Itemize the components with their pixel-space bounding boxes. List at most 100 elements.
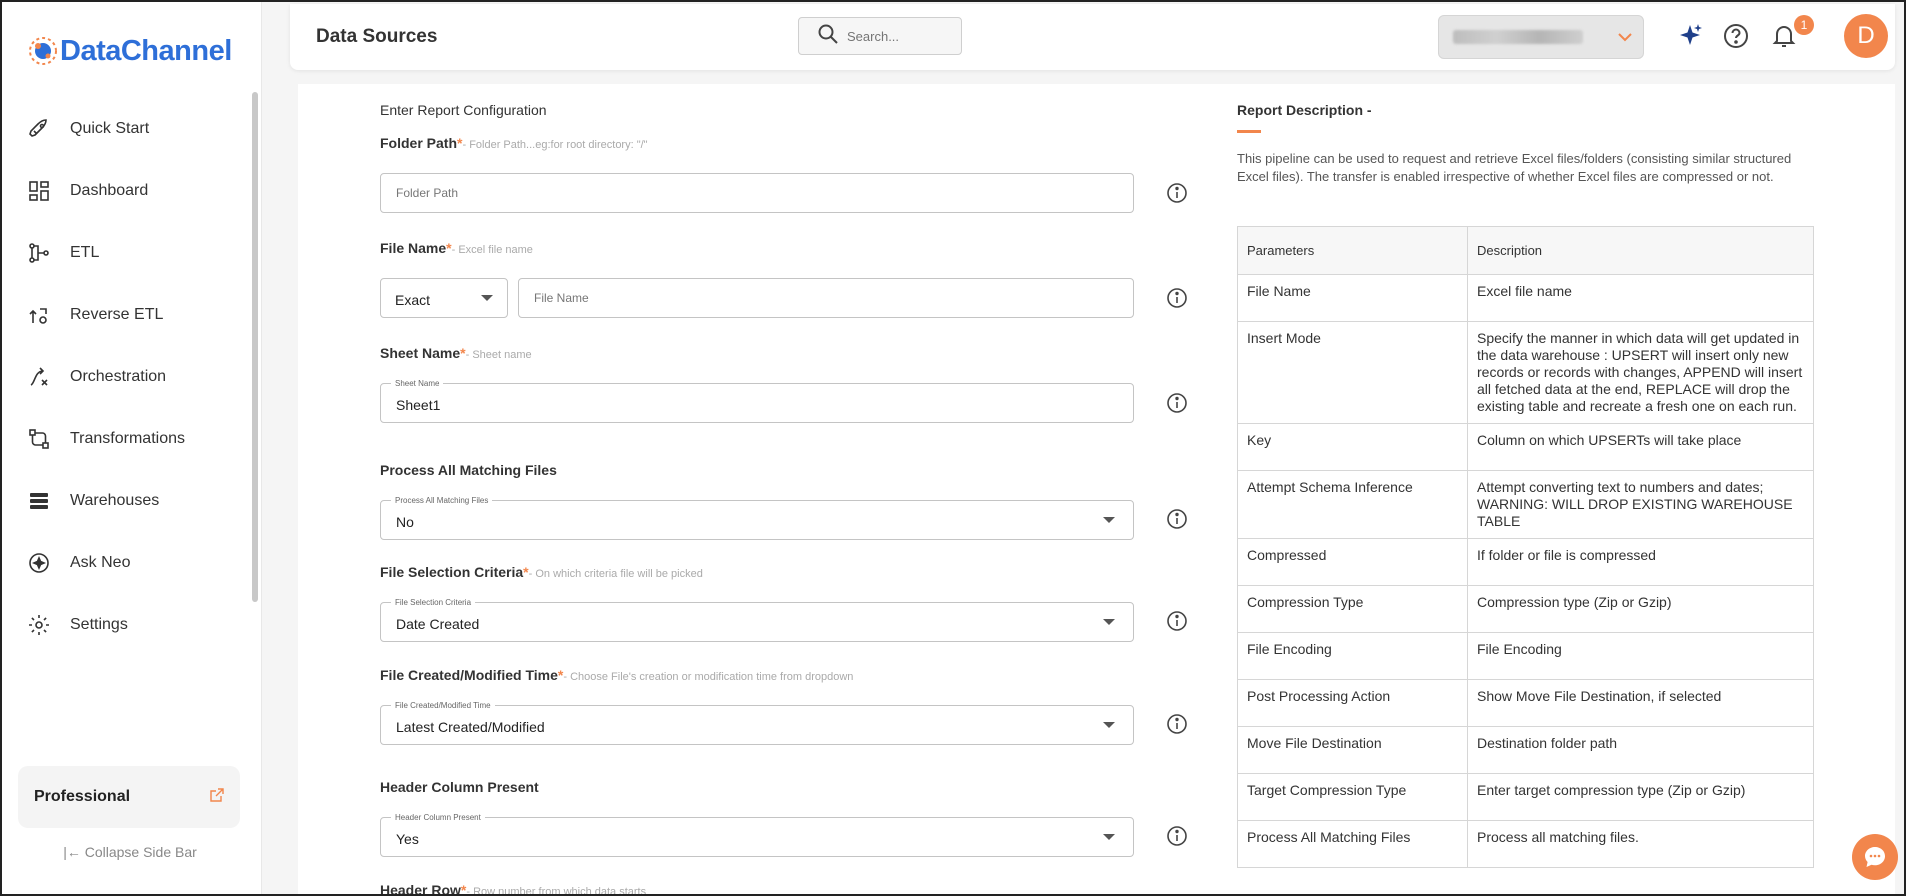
logo-icon [29, 37, 57, 65]
sidebar-item-label: Dashboard [70, 182, 149, 199]
floating-label: File Selection Criteria [391, 598, 476, 607]
param-description: Show Move File Destination, if selected [1467, 679, 1814, 727]
table-row: Process All Matching Files Process all ma… [1237, 820, 1814, 868]
selected-value: Yes [396, 831, 419, 847]
app-frame: DataChannel Quick Start Dashboard ETL Re… [0, 0, 1906, 896]
caret-down-icon [1103, 619, 1115, 625]
label-text: File Created/Modified Time [380, 667, 558, 683]
selection-criteria-label: File Selection Criteria*- On which crite… [380, 564, 703, 580]
sidebar-item-quick-start[interactable]: Quick Start [2, 98, 252, 160]
sidebar-item-etl[interactable]: ETL [2, 222, 252, 284]
param-name: Compression Type [1237, 585, 1468, 633]
info-icon[interactable] [1166, 610, 1188, 632]
param-description: Compression type (Zip or Gzip) [1467, 585, 1814, 633]
workspace-name-redacted [1453, 30, 1583, 44]
logo-text: DataChannel [60, 34, 232, 67]
plan-label: Professional [34, 788, 131, 805]
param-description: Excel file name [1467, 274, 1814, 322]
sidebar-item-label: ETL [70, 244, 100, 261]
chat-icon [1865, 847, 1885, 867]
sidebar-item-label: Reverse ETL [70, 306, 164, 323]
search-box[interactable] [798, 17, 962, 55]
ai-sparkle-icon[interactable] [1674, 20, 1706, 52]
title-underline [1237, 130, 1261, 133]
parameters-table: Parameters Description File Name Excel fi… [1237, 226, 1814, 868]
file-name-label: File Name*- Excel file name [380, 240, 533, 256]
field-hint: - Choose File's creation or modification… [563, 671, 854, 683]
sheet-name-input[interactable]: Sheet Name Sheet1 [380, 379, 1134, 423]
chevron-down-icon [1617, 30, 1633, 48]
info-icon[interactable] [1166, 392, 1188, 414]
header-row-label: Header Row*- Row number from which data … [380, 882, 647, 896]
label-text: File Name [380, 240, 447, 256]
collapse-sidebar-button[interactable]: |← Collapse Side Bar [2, 844, 258, 860]
report-description-text: This pipeline can be used to request and… [1237, 151, 1792, 184]
label-text: File Selection Criteria [380, 564, 524, 580]
sidebar-item-ask-neo[interactable]: Ask Neo [2, 532, 252, 594]
gear-icon [26, 612, 52, 638]
param-name: Compressed [1237, 538, 1468, 586]
sidebar-item-orchestration[interactable]: Orchestration [2, 346, 252, 408]
avatar[interactable]: D [1844, 14, 1888, 58]
param-name: Insert Mode [1237, 321, 1468, 424]
logo[interactable]: DataChannel [26, 34, 232, 68]
param-name: Key [1237, 423, 1468, 471]
external-link-icon[interactable] [210, 787, 224, 807]
table-row: Move File Destination Destination folder … [1237, 726, 1814, 774]
param-name: Process All Matching Files [1237, 820, 1468, 868]
param-description: Attempt converting text to numbers and d… [1467, 470, 1814, 539]
param-description: Specify the manner in which data will ge… [1467, 321, 1814, 424]
column-header: Parameters [1237, 226, 1468, 275]
chat-button[interactable] [1852, 834, 1898, 880]
folder-path-input[interactable]: Folder Path [380, 173, 1134, 213]
table-row: Insert Mode Specify the manner in which d… [1237, 321, 1814, 424]
sidebar-item-reverse-etl[interactable]: Reverse ETL [2, 284, 252, 346]
transformations-icon [26, 426, 52, 452]
dashboard-icon [26, 178, 52, 204]
file-name-input[interactable]: File Name [518, 278, 1134, 318]
param-name: Attempt Schema Inference [1237, 470, 1468, 539]
field-hint: - Row number from which data starts [466, 886, 647, 896]
sidebar-nav: Quick Start Dashboard ETL Reverse ETL Or… [2, 98, 252, 656]
info-icon[interactable] [1166, 825, 1188, 847]
workspace-selector[interactable] [1438, 15, 1644, 59]
match-type-select[interactable]: Exact [380, 278, 508, 318]
info-icon[interactable] [1166, 182, 1188, 204]
info-icon[interactable] [1166, 508, 1188, 530]
selected-value: No [396, 514, 414, 530]
sidebar-item-label: Warehouses [70, 492, 160, 509]
sidebar-item-label: Orchestration [70, 368, 167, 385]
table-row: Compression Type Compression type (Zip or… [1237, 585, 1814, 633]
sparkle-icon [26, 550, 52, 576]
caret-down-icon [481, 295, 493, 301]
sidebar-scrollbar[interactable] [252, 92, 258, 602]
created-time-select[interactable]: File Created/Modified Time Latest Create… [380, 701, 1134, 745]
sidebar-item-settings[interactable]: Settings [2, 594, 252, 656]
sidebar-item-label: Ask Neo [70, 554, 131, 571]
plan-box[interactable]: Professional [18, 766, 240, 828]
help-icon[interactable] [1720, 20, 1752, 52]
selection-criteria-select[interactable]: File Selection Criteria Date Created [380, 598, 1134, 642]
sidebar: DataChannel Quick Start Dashboard ETL Re… [2, 2, 262, 894]
field-hint: - Sheet name [465, 349, 532, 361]
sidebar-item-dashboard[interactable]: Dashboard [2, 160, 252, 222]
input-value: Sheet1 [396, 397, 441, 413]
floating-label: Sheet Name [391, 379, 444, 388]
param-description: Enter target compression type (Zip or Gz… [1467, 773, 1814, 821]
sidebar-item-warehouses[interactable]: Warehouses [2, 470, 252, 532]
info-icon[interactable] [1166, 713, 1188, 735]
param-description: Process all matching files. [1467, 820, 1814, 868]
table-header-row: Parameters Description [1237, 226, 1814, 275]
field-hint: - Excel file name [451, 244, 533, 256]
sidebar-item-transformations[interactable]: Transformations [2, 408, 252, 470]
floating-label: File Created/Modified Time [391, 701, 495, 710]
info-icon[interactable] [1166, 287, 1188, 309]
table-row: Post Processing Action Show Move File Des… [1237, 679, 1814, 727]
main-content: Enter Report Configuration Folder Path*-… [298, 84, 1895, 896]
header-present-select[interactable]: Header Column Present Yes [380, 813, 1134, 857]
search-input[interactable] [847, 28, 947, 44]
sidebar-item-label: Transformations [70, 430, 185, 447]
label-text: Folder Path [380, 135, 458, 151]
placeholder: File Name [534, 291, 589, 305]
process-all-select[interactable]: Process All Matching Files No [380, 496, 1134, 540]
